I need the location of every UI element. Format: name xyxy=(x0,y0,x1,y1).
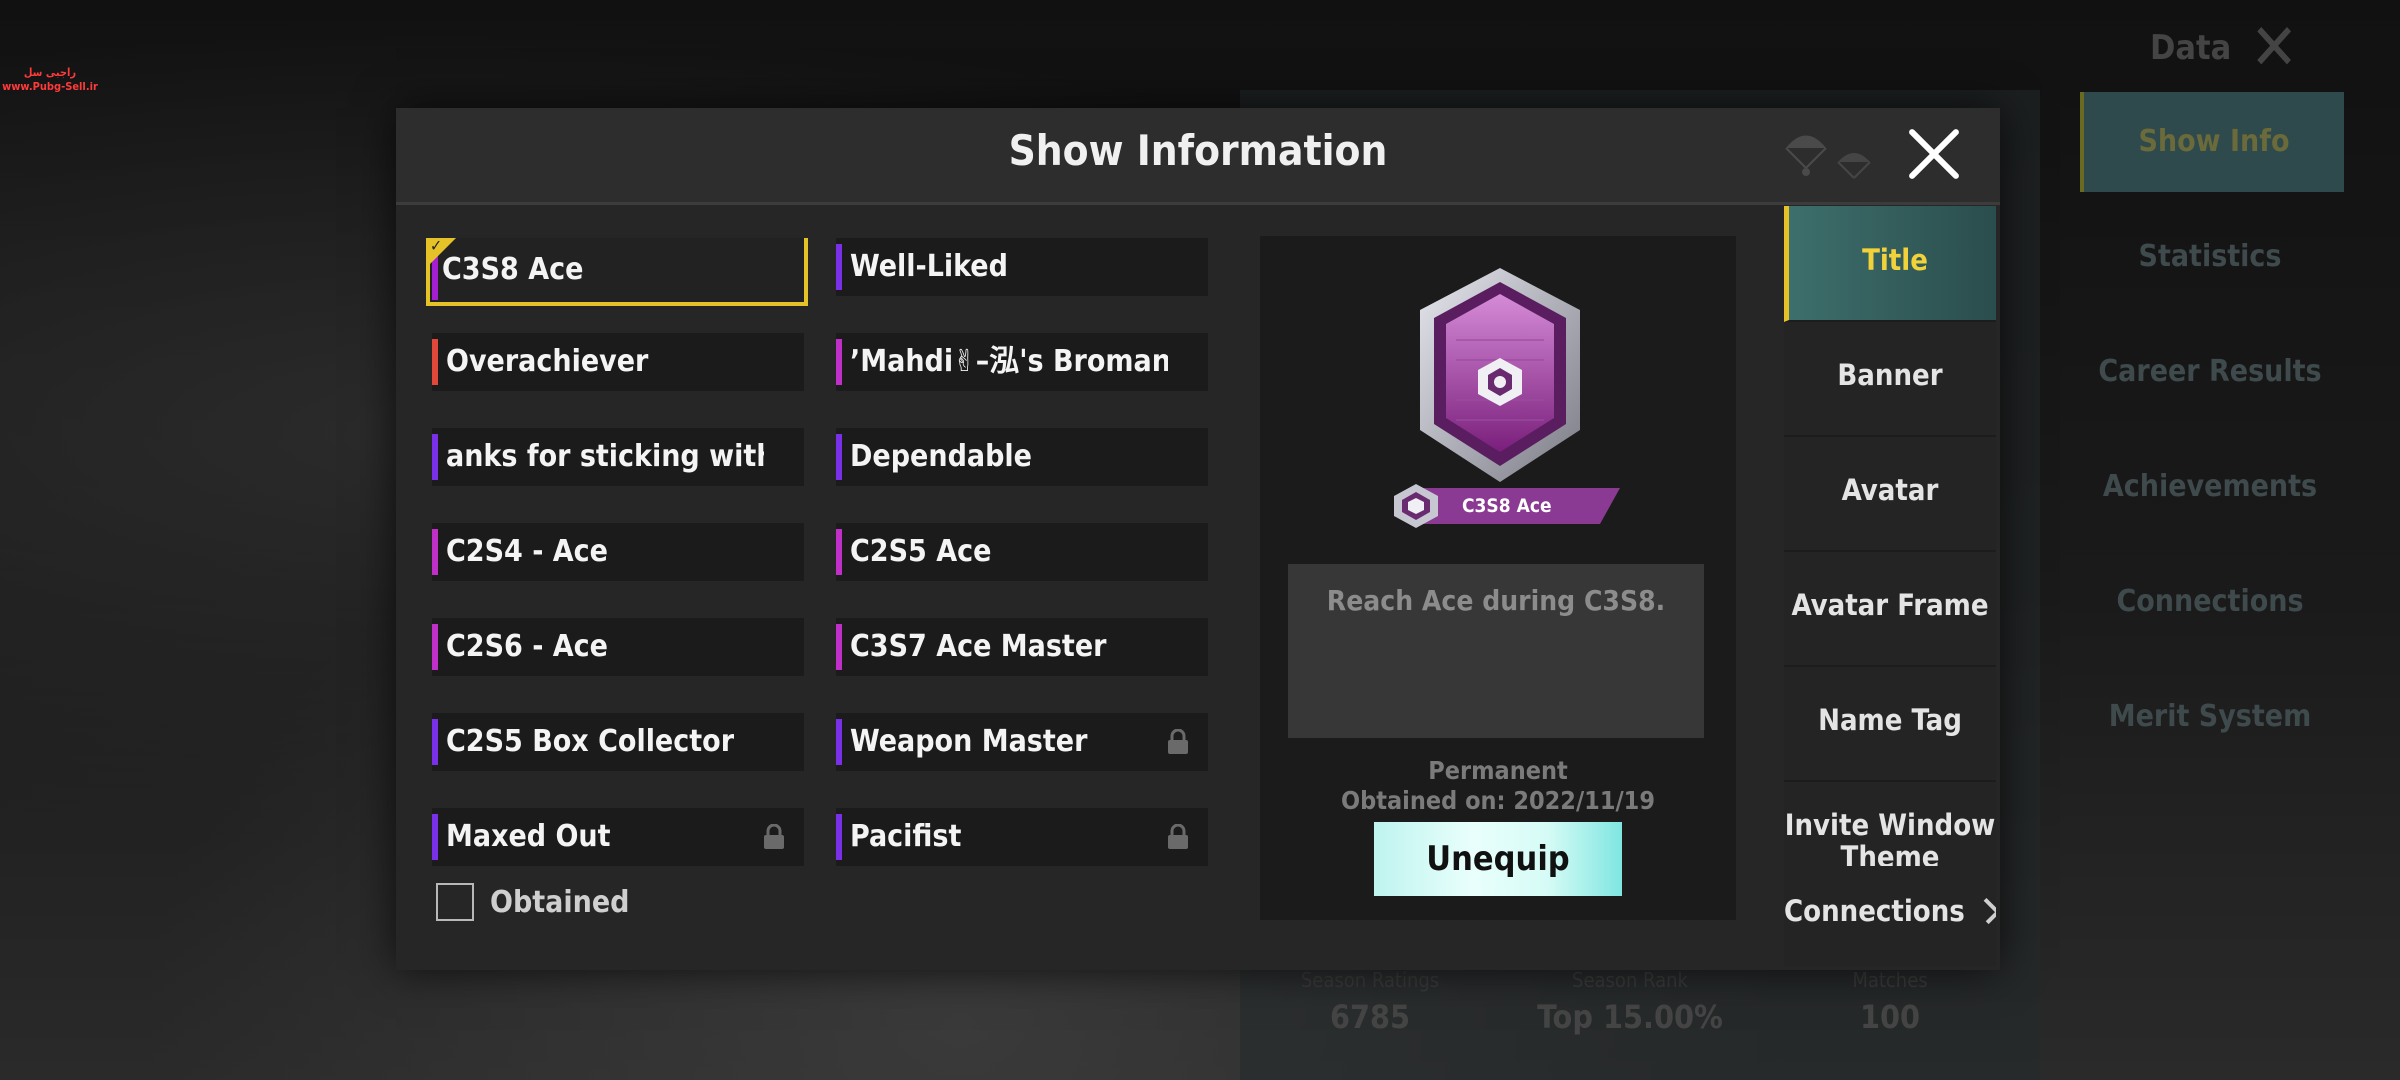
title-item-label: C3S7 Ace Master xyxy=(850,629,1107,664)
title-item[interactable]: C2S6 - Ace xyxy=(432,618,804,676)
show-information-dialog: Show Information C3S8 Ace ✓ Well-Liked Over… xyxy=(396,108,2000,970)
title-item-label: Maxed Out xyxy=(446,819,611,854)
watermark-url: www.Pubg-Sell.ir xyxy=(2,80,98,93)
title-meta: Permanent Obtained on: 2022/11/19 xyxy=(1260,756,1736,816)
rarity-bar xyxy=(836,814,842,860)
tab-label: Avatar xyxy=(1841,473,1939,507)
background-tab: Merit System xyxy=(2108,699,2312,734)
title-item-label: Well-Liked xyxy=(850,249,1008,284)
lock-icon xyxy=(1168,729,1188,754)
rarity-bar xyxy=(836,529,842,575)
rarity-bar xyxy=(432,529,438,575)
background-tab: Connections xyxy=(2116,584,2304,619)
tab-label: Name Tag xyxy=(1818,703,1962,737)
background-stat-value: 100 xyxy=(1859,998,1921,1036)
title-name: C3S8 Ace xyxy=(1462,495,1552,517)
background-tab: Career Results xyxy=(2098,354,2322,389)
title-list: C3S8 Ace ✓ Well-Liked Overachiever ’Mahdi✌–泓… xyxy=(424,238,1220,970)
ace-emblem-icon xyxy=(1420,268,1580,482)
background-stat-value: 6785 xyxy=(1329,998,1411,1036)
rarity-bar xyxy=(432,624,438,670)
tab-title[interactable]: Title xyxy=(1784,206,1996,322)
title-item[interactable]: Weapon Master xyxy=(836,713,1208,771)
watermark-line: راجبی سل xyxy=(23,66,77,79)
lock-icon xyxy=(1168,824,1188,849)
watermark: راجبی سل www.Pubg-Sell.ir xyxy=(0,66,100,94)
title-item-label: C2S5 Ace xyxy=(850,534,992,569)
rarity-bar xyxy=(432,434,438,480)
title-item-label: Weapon Master xyxy=(850,724,1088,759)
title-item-label: Dependable xyxy=(850,439,1032,474)
rarity-bar xyxy=(836,244,842,290)
title-item[interactable]: C3S8 Ace ✓ xyxy=(426,238,808,306)
title-item[interactable]: Well-Liked xyxy=(836,238,1208,296)
selected-check-icon: ✓ xyxy=(428,238,458,266)
rarity-bar xyxy=(836,434,842,480)
parachute-decoration-icon xyxy=(1785,135,1871,179)
obtained-checkbox[interactable] xyxy=(436,883,474,921)
tab-avatar[interactable]: Avatar xyxy=(1784,436,1996,552)
title-item[interactable]: anks for sticking with us! xyxy=(432,428,804,486)
obtained-label: Obtained xyxy=(490,884,630,920)
background-stat-value: Top 15.00% xyxy=(1537,998,1723,1036)
background-stat: Season Rank Top 15.00% xyxy=(1520,968,1740,1036)
rarity-bar xyxy=(432,719,438,765)
connections-button[interactable]: Connections xyxy=(1784,866,1996,956)
title-item-label: anks for sticking with us! xyxy=(446,439,764,474)
duration-text: Permanent xyxy=(1428,756,1568,785)
tab-label: Avatar Frame xyxy=(1791,588,1989,622)
background-data-label: Data xyxy=(2150,28,2232,68)
background-close-icon: ✕ xyxy=(2250,11,2299,85)
tab-label: Banner xyxy=(1837,358,1943,392)
title-item[interactable]: C3S7 Ace Master xyxy=(836,618,1208,676)
lock-icon xyxy=(764,824,784,849)
obtained-filter[interactable]: Obtained xyxy=(436,883,629,921)
background-stat-label: Matches xyxy=(1852,968,1928,992)
rarity-bar xyxy=(836,624,842,670)
title-item-label: Overachiever xyxy=(446,344,649,379)
connections-label: Connections xyxy=(1784,894,1965,928)
rarity-bar xyxy=(836,719,842,765)
background-stat: Matches 100 xyxy=(1780,968,2000,1036)
tab-avatar-frame[interactable]: Avatar Frame xyxy=(1784,551,1996,667)
dialog-title: Show Information xyxy=(1008,126,1388,175)
title-item[interactable]: Maxed Out xyxy=(432,808,804,866)
tab-label: Title xyxy=(1862,243,1928,277)
description-box: Reach Ace during C3S8. xyxy=(1288,564,1704,738)
close-button[interactable] xyxy=(1904,124,1964,184)
background-stat-label: Season Ratings xyxy=(1300,968,1440,992)
title-item[interactable]: Dependable xyxy=(836,428,1208,486)
tab-name-tag[interactable]: Name Tag xyxy=(1784,666,1996,782)
title-item[interactable]: Overachiever xyxy=(432,333,804,391)
rarity-bar xyxy=(432,814,438,860)
tab-label: Invite Window Theme xyxy=(1784,808,1996,874)
title-item[interactable]: C2S5 Ace xyxy=(836,523,1208,581)
description-text: Reach Ace during C3S8. xyxy=(1326,584,1666,617)
title-item[interactable]: C2S4 - Ace xyxy=(432,523,804,581)
background-tab: Statistics xyxy=(2138,239,2282,274)
rarity-bar xyxy=(432,339,438,385)
title-item[interactable]: C2S5 Box Collector xyxy=(432,713,804,771)
rarity-bar xyxy=(836,339,842,385)
obtained-date: Obtained on: 2022/11/19 xyxy=(1341,786,1655,815)
title-item[interactable]: ’Mahdi✌–泓's Bromance xyxy=(836,333,1208,391)
title-item[interactable]: Pacifist xyxy=(836,808,1208,866)
title-detail-panel: C3S8 Ace Reach Ace during C3S8. Permanen… xyxy=(1260,236,1736,920)
category-tabs: Invite Window Theme Name Tag Avatar Frame A… xyxy=(1784,206,1996,966)
chevron-right-icon xyxy=(1974,897,1996,925)
tab-banner[interactable]: Banner xyxy=(1784,321,1996,437)
title-item-label: C2S5 Box Collector xyxy=(446,724,735,759)
title-item-label: C2S4 - Ace xyxy=(446,534,608,569)
background-tab: Achievements xyxy=(2102,469,2318,504)
background-stat-label: Season Rank xyxy=(1572,968,1688,992)
background-stat: Season Ratings 6785 xyxy=(1260,968,1480,1036)
unequip-button[interactable]: Unequip xyxy=(1374,822,1622,896)
title-item-label: C2S6 - Ace xyxy=(446,629,608,664)
title-item-label: Pacifist xyxy=(850,819,962,854)
title-name-text-wrap: C3S8 Ace xyxy=(1394,484,1624,528)
title-item-label: C3S8 Ace xyxy=(442,252,584,287)
title-item-label: ’Mahdi✌–泓's Bromance xyxy=(850,344,1168,379)
background-tab: Show Info xyxy=(2080,92,2344,192)
dialog-header: Show Information xyxy=(396,108,2000,205)
